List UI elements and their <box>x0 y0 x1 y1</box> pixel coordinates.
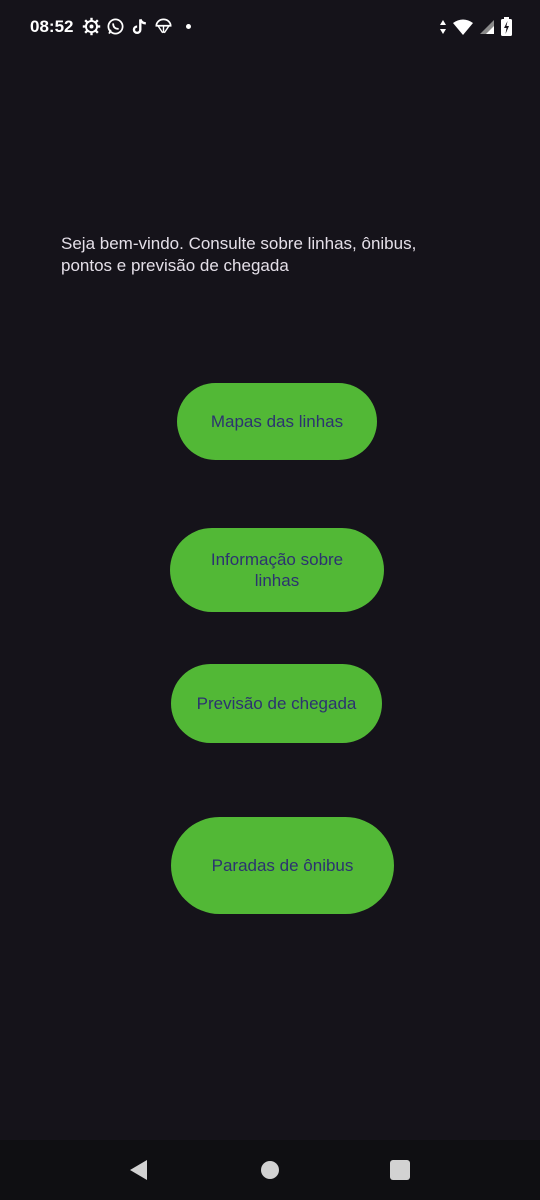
arrival-prediction-button[interactable]: Previsão de chegada <box>171 664 382 743</box>
home-icon[interactable] <box>257 1157 283 1183</box>
line-maps-button[interactable]: Mapas das linhas <box>177 383 377 460</box>
wifi-icon <box>453 19 473 35</box>
battery-charging-icon <box>501 17 512 36</box>
navigation-bar <box>0 1140 540 1200</box>
data-arrows-icon <box>439 19 447 35</box>
bus-stops-button[interactable]: Paradas de ônibus <box>171 817 394 914</box>
recents-icon[interactable] <box>387 1157 413 1183</box>
system-icons <box>439 17 512 36</box>
parachute-icon <box>154 17 173 36</box>
signal-icon <box>479 19 495 35</box>
notification-dot-icon <box>186 24 191 29</box>
settings-icon <box>82 17 101 36</box>
tiktok-icon <box>130 17 149 36</box>
status-time: 08:52 <box>30 17 74 36</box>
notification-icons <box>82 17 191 36</box>
back-icon[interactable] <box>126 1157 152 1183</box>
status-bar: 08:52 <box>0 0 540 56</box>
app-screen: 08:52 Seja bem-vindo. Consulte sobre lin… <box>0 0 540 1200</box>
welcome-text: Seja bem-vindo. Consulte sobre linhas, ô… <box>61 234 417 275</box>
whatsapp-icon <box>106 17 125 36</box>
line-info-button[interactable]: Informação sobre linhas <box>170 528 384 612</box>
